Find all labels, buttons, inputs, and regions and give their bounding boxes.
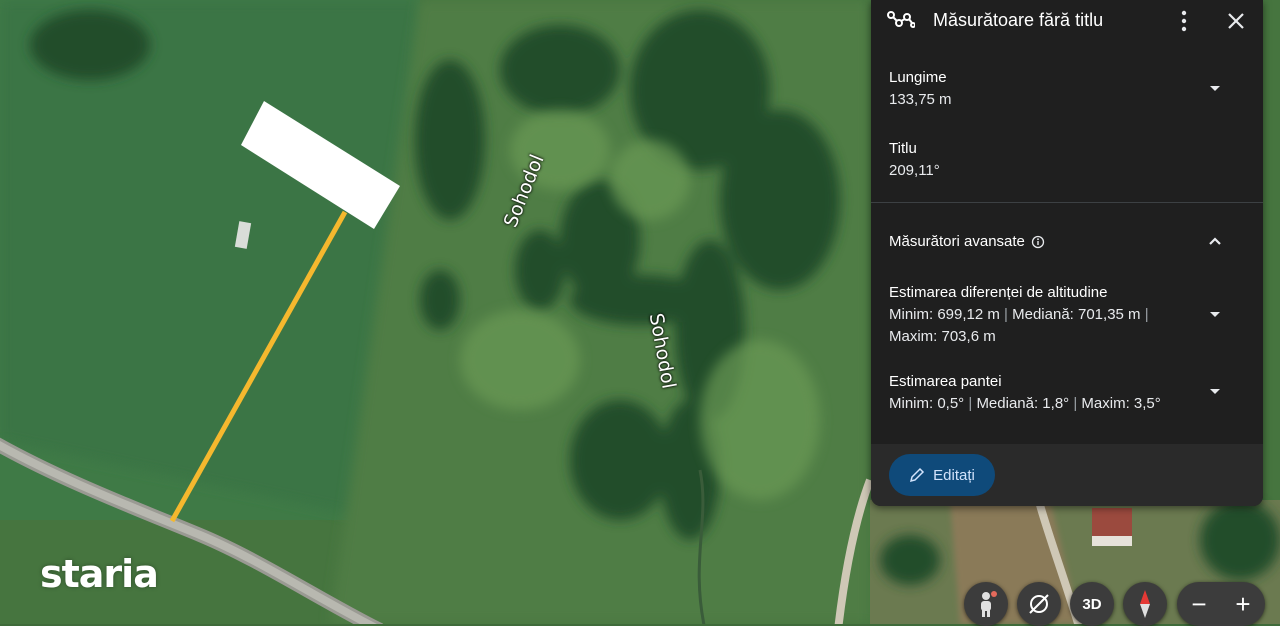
advanced-title: Măsurători avansate <box>889 233 1025 250</box>
compass-icon <box>1140 590 1150 618</box>
panel-header: Măsurătoare fără titlu <box>871 0 1263 42</box>
street-view-button[interactable] <box>964 582 1008 626</box>
zoom-controls: − + <box>1177 582 1265 626</box>
zoom-in-button[interactable]: + <box>1221 582 1265 626</box>
chevron-down-icon[interactable] <box>1203 76 1227 100</box>
slope-values: Minim: 0,5° | Mediană: 1,8° | Maxim: 3,5… <box>889 393 1229 415</box>
heading-value: 209,11° <box>889 162 940 179</box>
slope-max: Maxim: 3,5° <box>1081 395 1161 412</box>
panel-footer: Editați <box>871 444 1263 506</box>
chevron-up-icon[interactable] <box>1203 229 1227 253</box>
elevation-min: Minim: 699,12 m <box>889 306 1000 323</box>
elevation-median: Mediană: 701,35 m <box>1012 306 1141 323</box>
info-icon[interactable] <box>1031 235 1045 249</box>
separator: | <box>1144 306 1149 323</box>
close-icon[interactable] <box>1223 8 1249 34</box>
measurement-panel: Măsurătoare fără titlu Lungime 133,75 m … <box>871 0 1263 506</box>
advanced-section-header[interactable]: Măsurători avansate <box>889 233 1045 250</box>
elevation-max: Maxim: 703,6 m <box>889 328 996 345</box>
edit-label: Editați <box>933 466 975 484</box>
heading-label: Titlu <box>889 140 917 157</box>
more-options-icon[interactable] <box>1171 8 1197 34</box>
divider <box>871 202 1263 203</box>
elevation-title: Estimarea diferenței de altitudine <box>889 284 1108 301</box>
pegman-icon <box>981 591 997 617</box>
brand-logo: staria <box>40 552 159 596</box>
rotate-toggle-button[interactable] <box>1017 582 1061 626</box>
separator: | <box>1004 306 1008 323</box>
no-rotate-icon <box>1029 594 1049 614</box>
3d-toggle-button[interactable]: 3D <box>1070 582 1114 626</box>
slope-min: Minim: 0,5° <box>889 395 965 412</box>
separator: | <box>1073 395 1078 412</box>
separator: | <box>968 395 973 412</box>
compass-button[interactable] <box>1123 582 1167 626</box>
length-label: Lungime <box>889 69 947 86</box>
slope-title: Estimarea pantei <box>889 373 1002 390</box>
chevron-down-icon[interactable] <box>1203 302 1227 326</box>
slope-median: Mediană: 1,8° <box>976 395 1070 412</box>
elevation-values: Minim: 699,12 m | Mediană: 701,35 m | Ma… <box>889 304 1179 348</box>
chevron-down-icon[interactable] <box>1203 379 1227 403</box>
panel-title: Măsurătoare fără titlu <box>933 10 1104 30</box>
pencil-icon <box>910 467 925 483</box>
length-value: 133,75 m <box>889 91 952 108</box>
measure-path-icon <box>887 11 915 28</box>
edit-button[interactable]: Editați <box>889 454 995 496</box>
zoom-out-button[interactable]: − <box>1177 582 1221 626</box>
